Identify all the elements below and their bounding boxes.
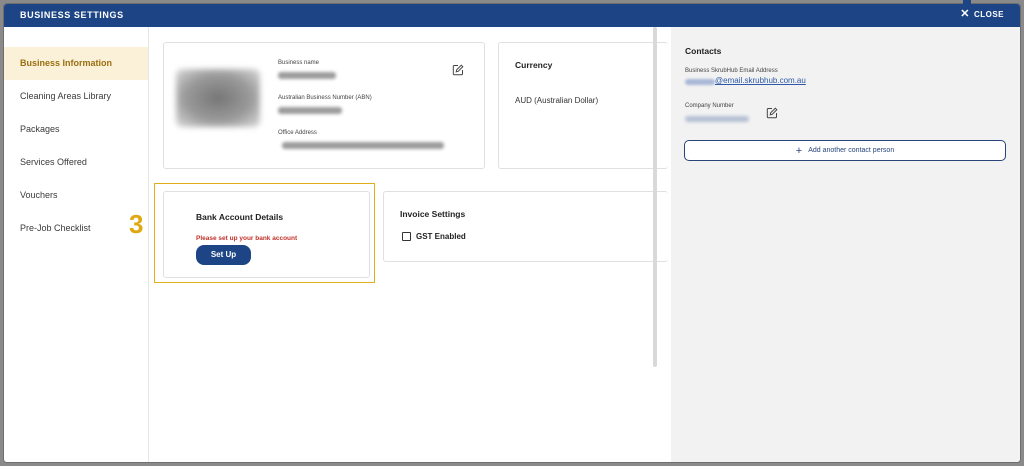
currency-title: Currency	[515, 60, 553, 70]
office-address-label: Office Address	[278, 130, 317, 136]
bank-account-title: Bank Account Details	[196, 212, 284, 222]
edit-business-icon[interactable]	[452, 64, 464, 76]
email-prefix-redacted	[685, 79, 715, 85]
edit-company-number-icon[interactable]	[766, 107, 778, 119]
invoice-settings-card: Invoice Settings GST Enabled	[383, 191, 668, 262]
sidebar-item-packages[interactable]: Packages	[4, 113, 148, 146]
bank-account-error: Please set up your bank account	[196, 235, 298, 242]
gst-enabled-toggle[interactable]: GST Enabled	[402, 232, 466, 241]
modal-title: BUSINESS SETTINGS	[20, 10, 124, 20]
sidebar: Business Information Cleaning Areas Libr…	[4, 27, 149, 462]
gst-enabled-label: GST Enabled	[416, 232, 466, 241]
sidebar-item-cleaning-areas-library[interactable]: Cleaning Areas Library	[4, 80, 148, 113]
company-number-label: Company Number	[685, 103, 734, 109]
business-name-label: Business name	[278, 60, 320, 66]
abn-label: Australian Business Number (ABN)	[278, 95, 372, 101]
bank-account-card: Bank Account Details Please set up your …	[163, 191, 370, 278]
office-address-value	[282, 142, 444, 149]
set-up-button[interactable]: Set Up	[196, 245, 251, 265]
step-marker: 3	[129, 209, 144, 239]
business-logo-image	[176, 69, 260, 127]
contacts-panel: Contacts Business SkrubHub Email Address…	[671, 27, 1020, 462]
close-label: CLOSE	[973, 9, 1004, 19]
company-number-value	[685, 116, 749, 122]
close-button[interactable]: ✕ CLOSE	[960, 8, 1004, 20]
currency-card: Currency AUD (Australian Dollar)	[498, 42, 668, 169]
business-name-value	[278, 72, 336, 79]
invoice-settings-title: Invoice Settings	[400, 209, 466, 219]
business-settings-modal: BUSINESS SETTINGS ✕ CLOSE Business Infor…	[4, 4, 1020, 462]
main-content: Business name Australian Business Number…	[149, 27, 668, 462]
email-link[interactable]: @email.skrubhub.com.au	[715, 76, 806, 85]
sidebar-item-services-offered[interactable]: Services Offered	[4, 146, 148, 179]
sidebar-item-business-information[interactable]: Business Information	[4, 47, 148, 80]
contacts-title: Contacts	[685, 46, 722, 56]
business-details-card: Business name Australian Business Number…	[163, 42, 485, 169]
add-contact-button[interactable]: + Add another contact person	[684, 140, 1006, 161]
add-contact-label: Add another contact person	[808, 147, 895, 154]
abn-value	[278, 107, 342, 114]
sidebar-item-pre-job-checklist[interactable]: Pre-Job Checklist	[4, 212, 148, 245]
currency-value: AUD (Australian Dollar)	[515, 96, 599, 105]
sidebar-item-vouchers[interactable]: Vouchers	[4, 179, 148, 212]
email-label: Business SkrubHub Email Address	[685, 68, 778, 74]
gst-checkbox[interactable]	[402, 232, 411, 241]
plus-icon: +	[795, 144, 803, 157]
modal-header: BUSINESS SETTINGS ✕ CLOSE	[4, 4, 1020, 27]
close-icon: ✕	[960, 8, 970, 20]
content-scrollbar[interactable]	[653, 27, 657, 367]
header-notch	[963, 0, 971, 4]
